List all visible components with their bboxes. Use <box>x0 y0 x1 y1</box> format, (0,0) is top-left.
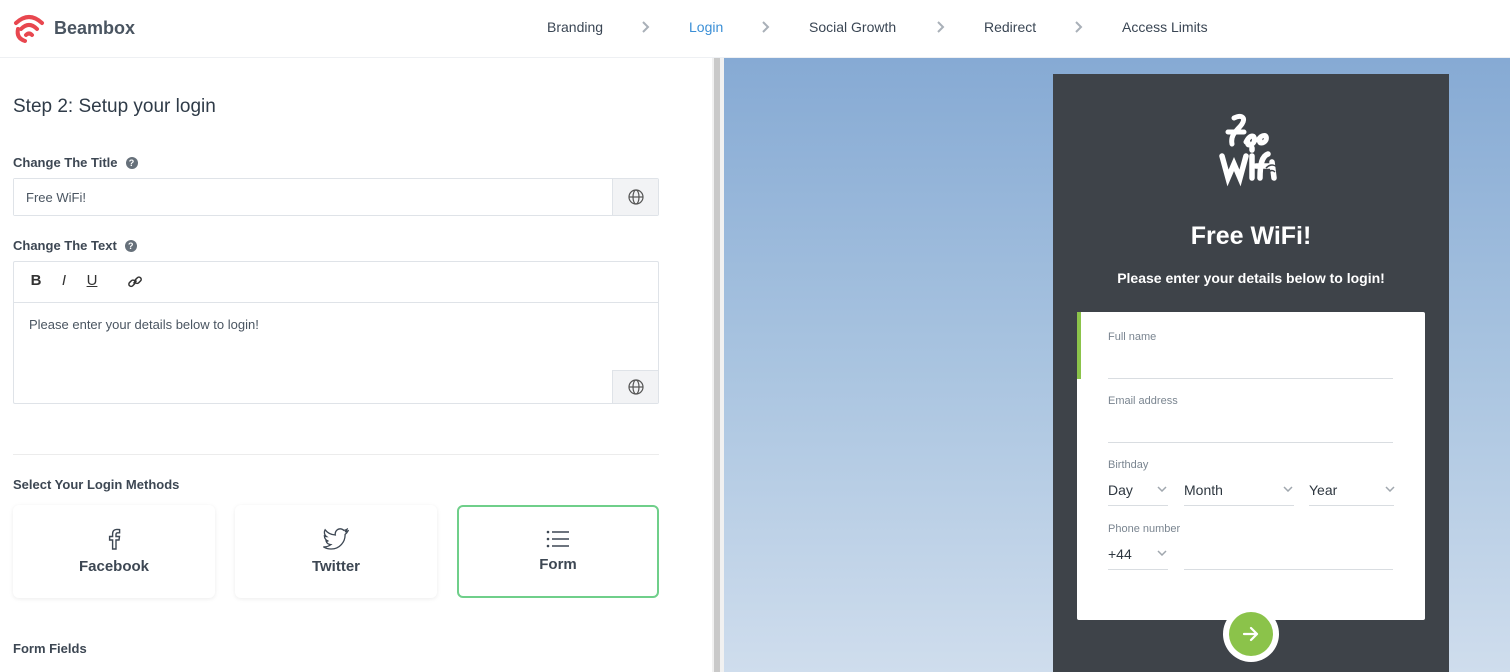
country-code-value: +44 <box>1108 546 1132 562</box>
method-label: Form <box>539 556 577 573</box>
text-label-row: Change The Text ? <box>13 238 137 253</box>
year-select-value: Year <box>1309 482 1338 498</box>
methods-label: Select Your Login Methods <box>13 477 180 492</box>
preview-form: Full name Email address Birthday Day Mon… <box>1077 312 1425 620</box>
method-twitter[interactable]: Twitter <box>235 505 437 598</box>
birthday-label: Birthday <box>1108 459 1149 471</box>
preview-card: Free WiFi! Please enter your details bel… <box>1053 74 1449 672</box>
facebook-icon <box>108 528 121 550</box>
text-label: Change The Text <box>13 238 117 253</box>
editor-toolbar: B I U <box>14 262 658 303</box>
step-redirect[interactable]: Redirect <box>984 19 1036 35</box>
chevron-right-icon <box>1075 21 1083 33</box>
country-code-underline <box>1108 569 1168 570</box>
day-select-underline <box>1108 505 1168 506</box>
method-form[interactable]: Form <box>457 505 659 598</box>
link-icon[interactable] <box>127 274 143 290</box>
submit-button-circle <box>1229 612 1273 656</box>
top-bar: Beambox Branding Login Social Growth Red… <box>0 0 1510 58</box>
login-preview: Free WiFi! Please enter your details bel… <box>724 58 1510 672</box>
method-label: Facebook <box>78 558 150 575</box>
page-title: Step 2: Setup your login <box>13 96 216 117</box>
chevron-right-icon <box>642 21 650 33</box>
step-social-growth[interactable]: Social Growth <box>809 19 896 35</box>
month-select-value: Month <box>1184 482 1223 498</box>
year-select-underline <box>1309 505 1394 506</box>
method-label: Twitter <box>311 558 361 575</box>
day-select-value: Day <box>1108 482 1133 498</box>
full-name-input[interactable] <box>1108 378 1393 379</box>
translate-title-button[interactable] <box>612 179 658 215</box>
divider <box>13 454 659 455</box>
submit-button[interactable] <box>1223 606 1279 662</box>
globe-icon <box>627 189 644 205</box>
email-input[interactable] <box>1108 442 1393 443</box>
chevron-right-icon <box>762 21 770 33</box>
phone-label: Phone number <box>1108 523 1181 535</box>
full-name-label: Full name <box>1108 331 1157 343</box>
free-wifi-logo-icon <box>1219 113 1279 187</box>
chevron-down-icon <box>1157 486 1167 492</box>
chevron-down-icon <box>1157 550 1167 556</box>
step-access-limits[interactable]: Access Limits <box>1122 19 1208 35</box>
arrow-right-icon <box>1242 626 1259 642</box>
preview-subtitle: Please enter your details below to login… <box>1117 270 1385 286</box>
translate-text-button[interactable] <box>612 370 658 403</box>
phone-input[interactable] <box>1184 569 1393 570</box>
title-field <box>13 178 659 216</box>
step-branding[interactable]: Branding <box>547 19 603 35</box>
active-field-indicator <box>1077 312 1081 379</box>
email-label: Email address <box>1108 395 1178 407</box>
form-fields-label: Form Fields <box>13 641 87 656</box>
step-login[interactable]: Login <box>689 19 723 35</box>
chevron-right-icon <box>937 21 945 33</box>
bold-button[interactable]: B <box>28 272 44 289</box>
chevron-down-icon <box>1385 486 1395 492</box>
editor-content[interactable]: Please enter your details below to login… <box>29 317 259 332</box>
preview-title: Free WiFi! <box>1190 222 1312 250</box>
settings-panel: Step 2: Setup your login Change The Titl… <box>0 58 712 672</box>
rich-text-editor: B I U Please enter your details below to… <box>13 261 659 404</box>
title-input[interactable] <box>14 179 613 215</box>
globe-icon <box>627 379 644 395</box>
twitter-icon <box>323 528 349 550</box>
italic-button[interactable]: I <box>56 272 72 289</box>
chevron-down-icon <box>1283 486 1293 492</box>
wizard-steps: Branding Login Social Growth Redirect Ac… <box>0 0 1510 58</box>
help-icon[interactable]: ? <box>125 156 138 169</box>
panel-resize-handle[interactable] <box>712 58 724 672</box>
month-select-underline <box>1184 505 1294 506</box>
underline-button[interactable]: U <box>84 272 100 289</box>
title-label-row: Change The Title ? <box>13 155 138 170</box>
method-facebook[interactable]: Facebook <box>13 505 215 598</box>
list-icon <box>546 530 569 548</box>
help-icon[interactable]: ? <box>124 239 137 252</box>
title-label: Change The Title <box>13 155 118 170</box>
